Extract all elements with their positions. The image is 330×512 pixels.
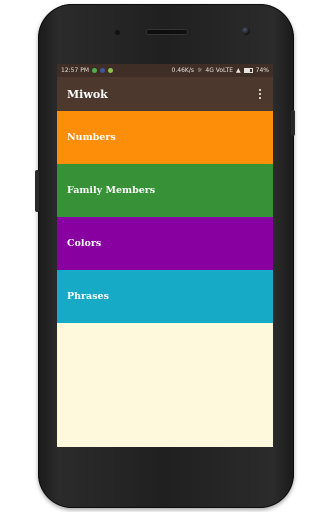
wifi-icon: ☼ xyxy=(196,67,203,74)
category-label: Numbers xyxy=(67,132,116,143)
phone-screen: 12:57 PM 0.46K/s ☼ 4G VoLTE ▲ 74% Miwok … xyxy=(57,64,273,447)
status-bar: 12:57 PM 0.46K/s ☼ 4G VoLTE ▲ 74% xyxy=(57,64,273,77)
power-button xyxy=(291,110,295,136)
status-time: 12:57 PM xyxy=(61,67,89,74)
signal-icon: ▲ xyxy=(236,67,241,74)
battery-percent: 74% xyxy=(255,67,269,74)
proximity-sensor xyxy=(115,30,120,35)
category-label: Family Members xyxy=(67,185,156,196)
app-bar: Miwok xyxy=(57,77,273,111)
android-icon xyxy=(108,68,113,73)
volume-button xyxy=(35,170,39,212)
content-background xyxy=(57,323,273,447)
network-type: 4G VoLTE xyxy=(205,67,234,74)
category-colors[interactable]: Colors xyxy=(57,217,273,270)
category-numbers[interactable]: Numbers xyxy=(57,111,273,164)
category-family-members[interactable]: Family Members xyxy=(57,164,273,217)
front-camera xyxy=(242,27,250,35)
category-phrases[interactable]: Phrases xyxy=(57,270,273,323)
more-vert-icon[interactable] xyxy=(255,85,266,104)
category-label: Phrases xyxy=(67,291,109,302)
facebook-icon xyxy=(100,68,105,73)
category-label: Colors xyxy=(67,238,102,249)
earpiece-speaker xyxy=(147,30,187,34)
battery-icon xyxy=(243,68,253,73)
app-title: Miwok xyxy=(67,87,108,101)
app-notification-icon xyxy=(92,68,97,73)
network-speed: 0.46K/s xyxy=(171,67,194,74)
